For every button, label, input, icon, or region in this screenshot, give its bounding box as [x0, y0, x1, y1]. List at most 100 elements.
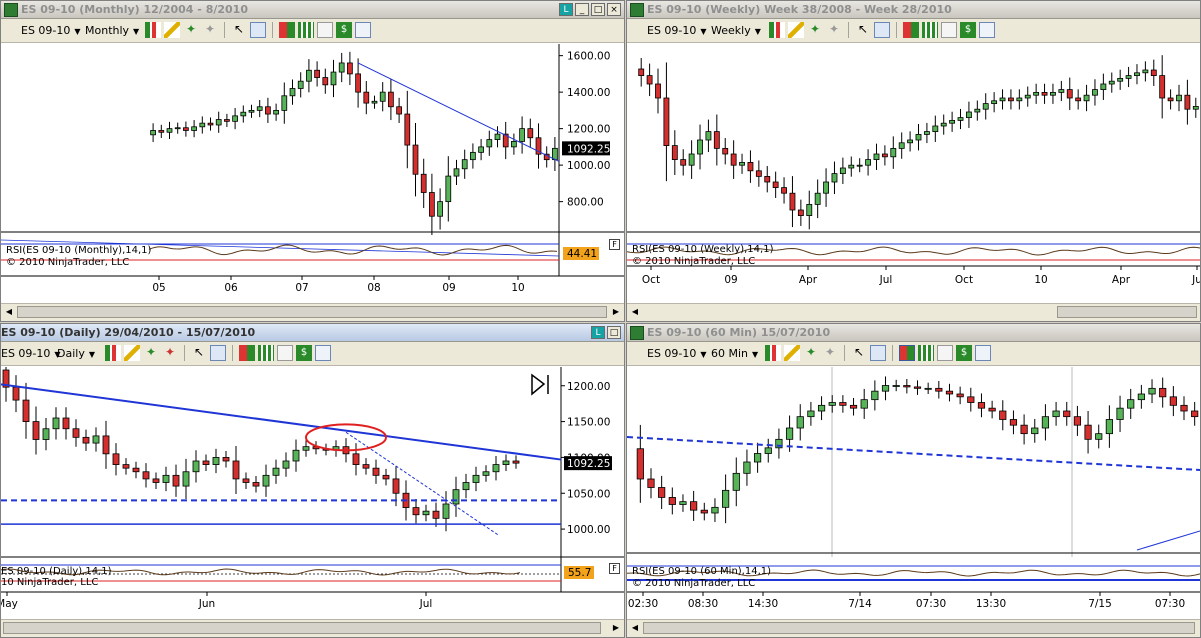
- drawing-pencil-icon[interactable]: [788, 22, 804, 38]
- monthly-titlebar[interactable]: ES 09-10 (Monthly) 12/2004 - 8/2010 L _ …: [1, 1, 624, 19]
- drawing-pencil-icon[interactable]: [164, 22, 180, 38]
- chart-trader-icon[interactable]: [279, 22, 295, 38]
- weekly-titlebar[interactable]: ES 09-10 (Weekly) Week 38/2008 - Week 28…: [627, 1, 1200, 19]
- cursor-icon[interactable]: ↖: [191, 345, 207, 361]
- instrument-selector[interactable]: ES 09-10 ▼: [21, 24, 81, 37]
- candle-body: [898, 142, 905, 149]
- instrument-selector[interactable]: ES 09-10 ▼: [647, 347, 707, 360]
- zoom-in-icon[interactable]: ✦: [183, 22, 199, 38]
- scroll-thumb[interactable]: [1057, 306, 1197, 318]
- bar-style-icon[interactable]: [105, 345, 121, 361]
- magnifier-icon[interactable]: [210, 345, 226, 361]
- zoom-in-icon[interactable]: ✦: [143, 345, 159, 361]
- scroll-left-icon[interactable]: ◀: [629, 622, 641, 634]
- scroll-thumb[interactable]: [3, 622, 601, 634]
- strategies-icon[interactable]: [277, 345, 293, 361]
- zoom-out-icon[interactable]: ✦: [202, 22, 218, 38]
- horizontal-scrollbar[interactable]: ▶: [1, 619, 624, 637]
- scroll-thumb[interactable]: [17, 306, 607, 318]
- cursor-icon[interactable]: ↖: [231, 22, 247, 38]
- weekly-chart-window[interactable]: ES 09-10 (Weekly) Week 38/2008 - Week 28…: [626, 0, 1201, 322]
- candle-body: [1052, 410, 1060, 418]
- bar-style-icon[interactable]: [765, 345, 781, 361]
- link-button[interactable]: L: [559, 3, 573, 16]
- hourly-price-chart[interactable]: RSI(ES 09-10 (60 Min),14,1)© 2010 NinjaT…: [627, 367, 1200, 622]
- panel-toggle-button[interactable]: F: [609, 563, 620, 574]
- cursor-icon[interactable]: ↖: [851, 345, 867, 361]
- candle-body: [1137, 393, 1145, 401]
- daily-titlebar[interactable]: ES 09-10 (Daily) 29/04/2010 - 15/07/2010…: [1, 324, 624, 342]
- zoom-out-icon[interactable]: ✦: [826, 22, 842, 38]
- period-selector[interactable]: 60 Min ▼: [711, 347, 758, 360]
- drawing-pencil-icon[interactable]: [784, 345, 800, 361]
- instrument-selector[interactable]: ES 09-10 ▼: [1, 347, 61, 360]
- daily-price-chart[interactable]: 1200.001150.001100.001050.001000.001092.…: [1, 367, 624, 622]
- maximize-button[interactable]: □: [591, 3, 605, 16]
- price-marker-label: 1092.25: [567, 458, 610, 470]
- panel-toggle-button[interactable]: F: [609, 239, 620, 250]
- period-selector[interactable]: Daily ▼: [57, 347, 95, 360]
- candle-body: [552, 147, 558, 161]
- properties-icon[interactable]: [975, 345, 991, 361]
- chart-trader-icon[interactable]: [239, 345, 255, 361]
- magnifier-icon[interactable]: [870, 345, 886, 361]
- x-tick-label: 10: [1034, 274, 1047, 286]
- hourly-chart-window[interactable]: ES 09-10 (60 Min) 15/07/2010 ES 09-10 ▼ 6…: [626, 323, 1201, 638]
- candle-body: [1142, 69, 1149, 74]
- chart-trader-icon[interactable]: [899, 345, 915, 361]
- link-button[interactable]: L: [591, 326, 605, 339]
- trendline: [357, 62, 560, 162]
- instrument-selector[interactable]: ES 09-10 ▼: [647, 24, 707, 37]
- weekly-price-chart[interactable]: RSI(ES 09-10 (Weekly),14,1)© 2010 NinjaT…: [627, 44, 1200, 304]
- period-selector[interactable]: Monthly ▼: [85, 24, 139, 37]
- candle-body: [807, 410, 815, 418]
- zoom-out-icon[interactable]: ✦: [162, 345, 178, 361]
- candle-body: [1041, 416, 1050, 429]
- strategies-icon[interactable]: [937, 345, 953, 361]
- scroll-right-icon[interactable]: ▶: [610, 622, 622, 634]
- minimize-button[interactable]: _: [575, 3, 589, 16]
- candle-body: [924, 387, 932, 390]
- zoom-in-icon[interactable]: ✦: [807, 22, 823, 38]
- drawing-pencil-icon[interactable]: [124, 345, 140, 361]
- dollar-icon[interactable]: $: [960, 22, 976, 38]
- properties-icon[interactable]: [315, 345, 331, 361]
- dollar-icon[interactable]: $: [956, 345, 972, 361]
- strategies-icon[interactable]: [317, 22, 333, 38]
- zoom-in-icon[interactable]: ✦: [803, 345, 819, 361]
- indicators-icon[interactable]: [258, 345, 274, 361]
- horizontal-scrollbar[interactable]: ◀: [627, 303, 1200, 321]
- indicators-icon[interactable]: [918, 345, 934, 361]
- strategies-icon[interactable]: [941, 22, 957, 38]
- bar-style-icon[interactable]: [145, 22, 161, 38]
- zoom-out-icon[interactable]: ✦: [822, 345, 838, 361]
- scroll-right-icon[interactable]: ▶: [610, 306, 622, 318]
- horizontal-scrollbar[interactable]: ◀ ▶: [1, 303, 624, 321]
- period-selector[interactable]: Weekly ▼: [711, 24, 761, 37]
- candle-body: [789, 192, 796, 211]
- candle-body: [52, 417, 60, 430]
- monthly-price-chart[interactable]: 1600.00 1400.00 1200.00 1000.00 800.00 1092.2…: [1, 44, 624, 304]
- bar-style-icon[interactable]: [769, 22, 785, 38]
- properties-icon[interactable]: [979, 22, 995, 38]
- monthly-chart-window[interactable]: ES 09-10 (Monthly) 12/2004 - 8/2010 L _ …: [0, 0, 625, 322]
- dollar-icon[interactable]: $: [296, 345, 312, 361]
- indicators-icon[interactable]: [298, 22, 314, 38]
- scroll-left-icon[interactable]: ◀: [3, 306, 15, 318]
- horizontal-scrollbar[interactable]: ◀: [627, 619, 1200, 637]
- y-tick-label: 1000.00: [567, 160, 610, 172]
- indicators-icon[interactable]: [922, 22, 938, 38]
- chart-trader-icon[interactable]: [903, 22, 919, 38]
- magnifier-icon[interactable]: [250, 22, 266, 38]
- hourly-titlebar[interactable]: ES 09-10 (60 Min) 15/07/2010: [627, 324, 1200, 342]
- close-button[interactable]: ×: [607, 3, 621, 16]
- candle-body: [470, 151, 476, 161]
- properties-icon[interactable]: [355, 22, 371, 38]
- scroll-thumb[interactable]: [643, 622, 1195, 634]
- restore-button[interactable]: □: [607, 326, 621, 339]
- daily-chart-window[interactable]: ES 09-10 (Daily) 29/04/2010 - 15/07/2010…: [0, 323, 625, 638]
- cursor-icon[interactable]: ↖: [855, 22, 871, 38]
- dollar-icon[interactable]: $: [336, 22, 352, 38]
- scroll-left-icon[interactable]: ◀: [629, 306, 641, 318]
- magnifier-icon[interactable]: [874, 22, 890, 38]
